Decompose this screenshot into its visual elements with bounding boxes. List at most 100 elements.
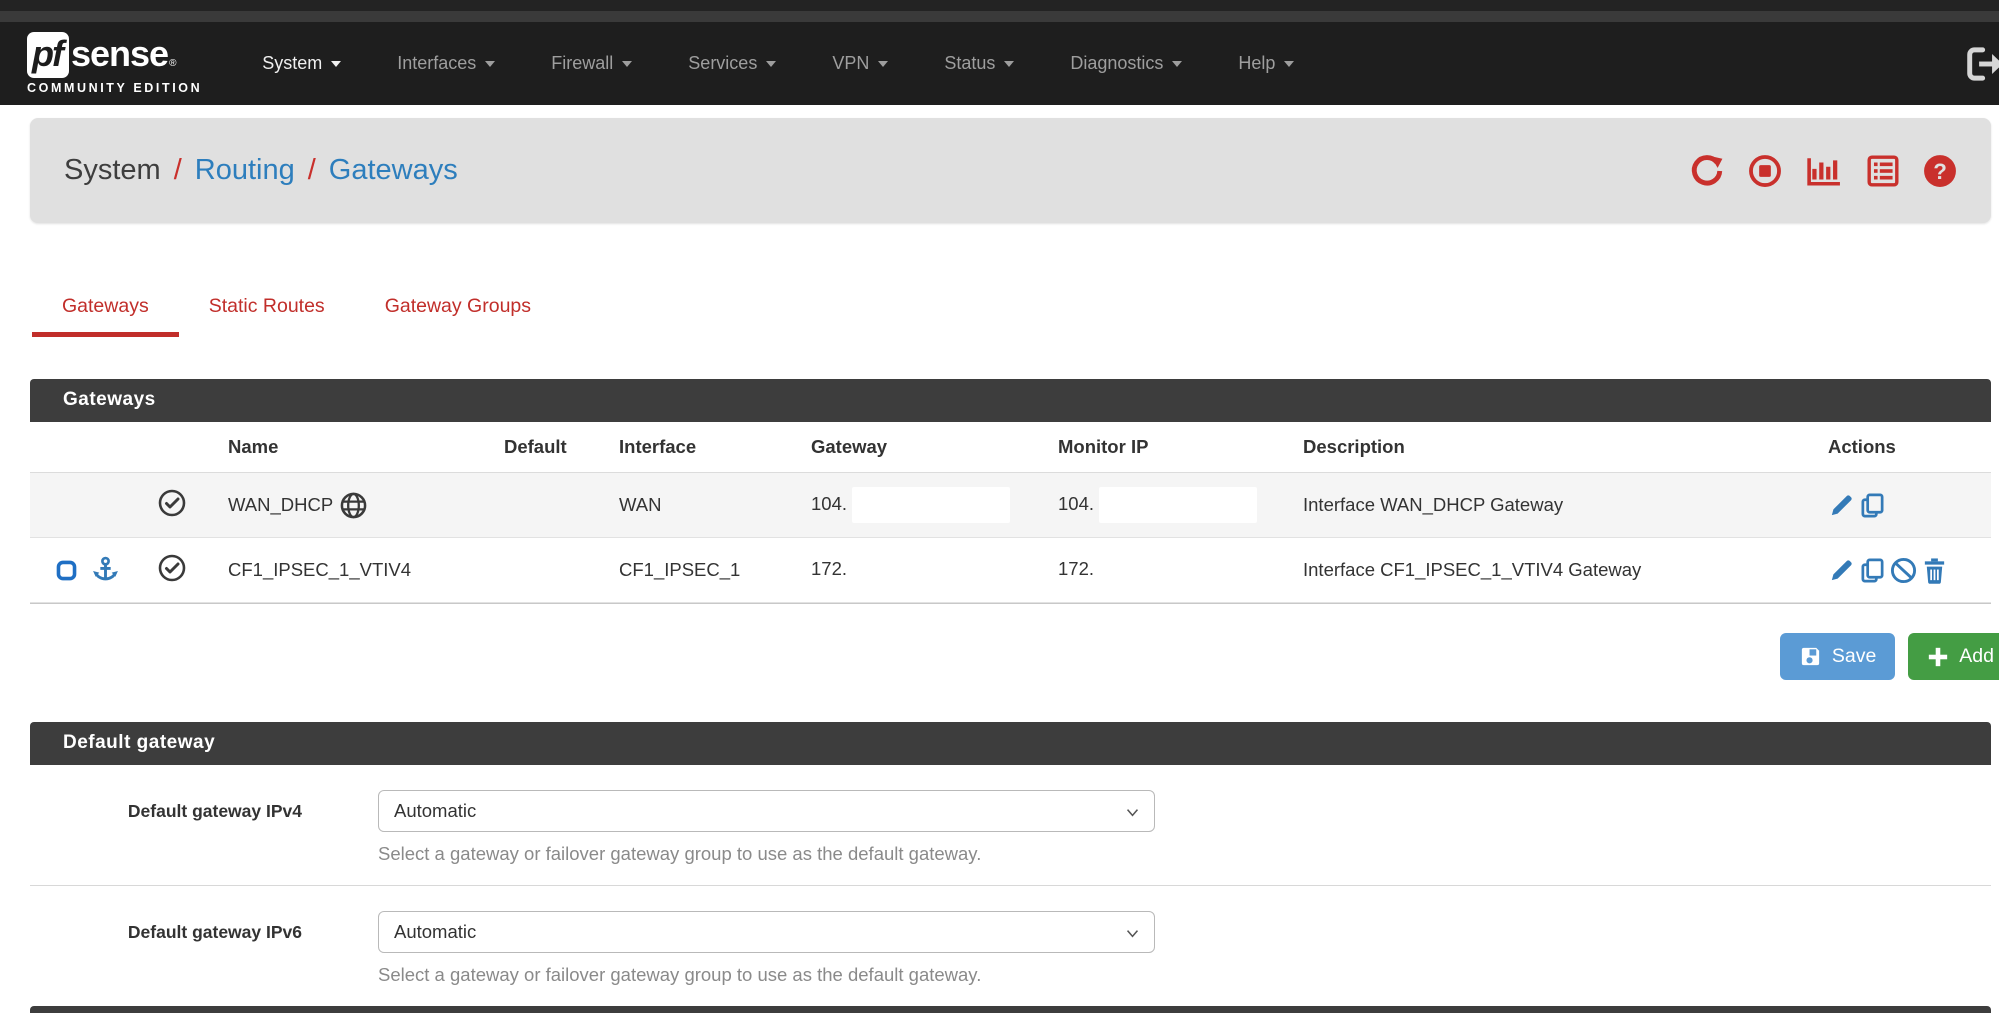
default-gateway-panel: Default gateway Default gateway IPv4 Aut… (30, 722, 1991, 1006)
col-monitor-ip: Monitor IP (1052, 422, 1297, 473)
nav-item-firewall[interactable]: Firewall (523, 22, 660, 105)
edit-icon[interactable] (1828, 492, 1855, 519)
chevron-down-icon (1124, 804, 1141, 821)
chart-icon[interactable] (1805, 154, 1843, 188)
routing-tabs: Gateways Static Routes Gateway Groups (32, 281, 1999, 337)
square-icon (54, 558, 79, 583)
breadcrumb-separator: / (308, 154, 316, 187)
gateway-address: 172. (811, 558, 847, 579)
gateway-address: 104. (811, 493, 847, 514)
save-icon (1799, 645, 1822, 668)
pfsense-logo[interactable]: pfsense® COMMUNITY EDITION (27, 32, 202, 95)
browser-top-strip (0, 0, 1999, 11)
log-icon[interactable] (1866, 154, 1900, 188)
redacted-value (852, 552, 1010, 588)
nav-item-interfaces[interactable]: Interfaces (369, 22, 523, 105)
add-button[interactable]: Add (1908, 633, 1999, 680)
nav-item-status[interactable]: Status (916, 22, 1042, 105)
gateway-interface: WAN (613, 473, 805, 538)
edit-icon[interactable] (1828, 557, 1855, 584)
gateways-panel-title: Gateways (30, 379, 1991, 422)
caret-down-icon (766, 61, 776, 67)
page-header: System / Routing / Gateways (30, 118, 1991, 223)
nav-item-help[interactable]: Help (1210, 22, 1322, 105)
plus-icon (1927, 646, 1949, 668)
breadcrumb-separator: / (174, 154, 182, 187)
default-gateway-ipv4-select[interactable]: Automatic (378, 790, 1155, 832)
redacted-value (1099, 552, 1257, 588)
col-default: Default (498, 422, 613, 473)
gateway-description: Interface WAN_DHCP Gateway (1297, 473, 1822, 538)
caret-down-icon (331, 61, 341, 67)
col-interface: Interface (613, 422, 805, 473)
copy-icon[interactable] (1859, 557, 1886, 584)
chevron-down-icon (1124, 925, 1141, 942)
default-gateway-panel-title: Default gateway (30, 722, 1991, 765)
nav-item-system[interactable]: System (234, 22, 369, 105)
default-gateway-ipv6-row: Default gateway IPv6 Automatic Select a … (30, 886, 1991, 1006)
breadcrumb-routing-link[interactable]: Routing (195, 154, 295, 187)
gateways-table: Name Default Interface Gateway Monitor I… (30, 422, 1991, 603)
caret-down-icon (878, 61, 888, 67)
gateways-panel: Gateways Name Default Interface Gateway … (30, 379, 1991, 604)
caret-down-icon (1284, 61, 1294, 67)
help-icon[interactable]: ? (1923, 154, 1957, 188)
save-button[interactable]: Save (1780, 633, 1895, 680)
tab-static-routes[interactable]: Static Routes (179, 281, 355, 337)
monitor-ip: 104. (1058, 493, 1094, 514)
breadcrumb-system: System (64, 154, 161, 187)
ban-icon[interactable] (1890, 557, 1917, 584)
copy-icon[interactable] (1859, 492, 1886, 519)
default-gateway-ipv4-label: Default gateway IPv4 (30, 790, 302, 865)
col-actions: Actions (1822, 422, 1991, 473)
page-header-icons: ? (1689, 154, 1957, 188)
svg-text:?: ? (1933, 158, 1947, 183)
gateway-name: CF1_IPSEC_1_VTIV4 (222, 538, 498, 603)
gateway-default (498, 473, 613, 538)
monitor-ip: 172. (1058, 558, 1094, 579)
next-section-header (30, 1006, 1991, 1013)
main-navbar: pfsense® COMMUNITY EDITION System Interf… (0, 22, 1999, 105)
nav-item-services[interactable]: Services (660, 22, 804, 105)
col-gateway: Gateway (805, 422, 1052, 473)
redacted-value (852, 487, 1010, 523)
logo-registered-mark: ® (169, 58, 176, 69)
breadcrumb: System / Routing / Gateways (64, 154, 458, 187)
default-gateway-ipv6-label: Default gateway IPv6 (30, 911, 302, 986)
caret-down-icon (622, 61, 632, 67)
table-actions-bar: Save Add (30, 633, 1999, 680)
logo-tagline: COMMUNITY EDITION (27, 81, 202, 95)
default-gateway-ipv6-select[interactable]: Automatic (378, 911, 1155, 953)
anchor-icon (91, 556, 120, 585)
gateway-interface: CF1_IPSEC_1 (613, 538, 805, 603)
caret-down-icon (1004, 61, 1014, 67)
caret-down-icon (1172, 61, 1182, 67)
nav-item-diagnostics[interactable]: Diagnostics (1042, 22, 1210, 105)
globe-icon (340, 492, 367, 519)
table-row: CF1_IPSEC_1_VTIV4 CF1_IPSEC_1 172. 172. … (30, 538, 1991, 603)
nav-item-vpn[interactable]: VPN (804, 22, 916, 105)
check-circle-icon (158, 554, 186, 582)
col-description: Description (1297, 422, 1822, 473)
col-name: Name (222, 422, 498, 473)
table-header-row: Name Default Interface Gateway Monitor I… (30, 422, 1991, 473)
redacted-value (1099, 487, 1257, 523)
default-gateway-ipv4-help: Select a gateway or failover gateway gro… (378, 843, 1155, 865)
refresh-icon[interactable] (1689, 154, 1725, 188)
breadcrumb-gateways-link[interactable]: Gateways (329, 154, 458, 187)
gateway-description: Interface CF1_IPSEC_1_VTIV4 Gateway (1297, 538, 1822, 603)
sign-out-icon[interactable] (1965, 46, 1999, 82)
nav-menu: System Interfaces Firewall Services VPN … (234, 22, 1322, 105)
default-gateway-ipv4-row: Default gateway IPv4 Automatic Select a … (30, 765, 1991, 886)
window-top-strip (0, 11, 1999, 22)
logo-pf-mark: pf (27, 32, 69, 78)
table-row: WAN_DHCP WAN 104. 104. Interface WAN_DHC… (30, 473, 1991, 538)
delete-icon[interactable] (1921, 557, 1948, 584)
gateway-name: WAN_DHCP (228, 494, 333, 516)
tab-gateway-groups[interactable]: Gateway Groups (355, 281, 561, 337)
stop-icon[interactable] (1748, 154, 1782, 188)
tab-gateways[interactable]: Gateways (32, 281, 179, 337)
default-gateway-ipv6-help: Select a gateway or failover gateway gro… (378, 964, 1155, 986)
check-circle-icon (158, 489, 186, 517)
gateway-default (498, 538, 613, 603)
